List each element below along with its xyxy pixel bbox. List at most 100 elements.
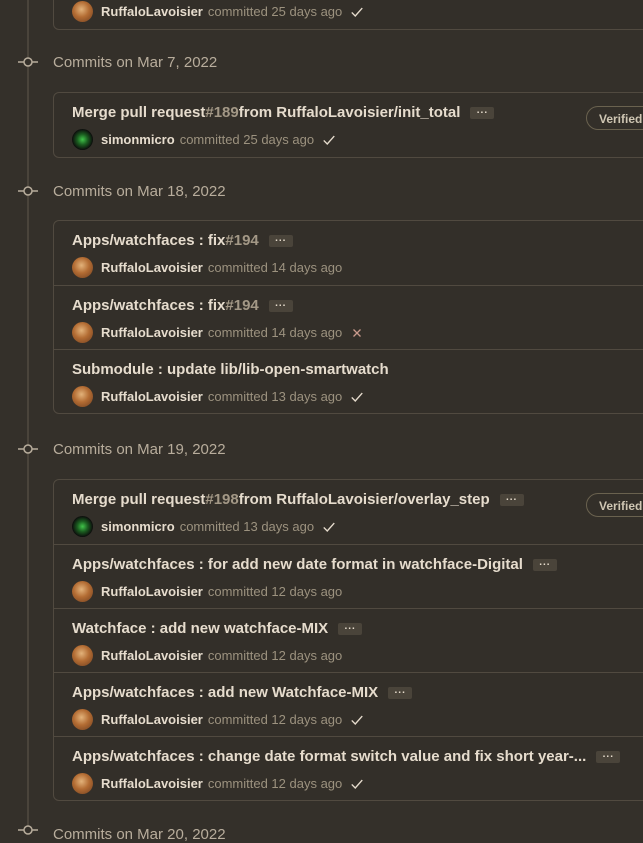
commit-row[interactable]: Apps/watchfaces : fix #194 ... RuffaloLa… [54,285,643,349]
commit-message[interactable]: Submodule : update lib/lib-open-smartwat… [72,361,389,378]
timeline-commit-icon [18,439,38,459]
commit-meta: RuffaloLavoisier committed 14 days ago [72,257,342,278]
expand-message-button[interactable]: ... [388,685,413,699]
commit-meta: RuffaloLavoisier committed 14 days ago [72,322,364,343]
author-link[interactable]: simonmicro [101,519,175,534]
expand-message-button[interactable]: ... [499,492,524,506]
verified-badge[interactable]: Verified [586,106,643,130]
commit-message-text[interactable]: Apps/watchfaces : add new Watchface-MIX [72,684,378,701]
author-link[interactable]: RuffaloLavoisier [101,648,203,663]
verified-badge[interactable]: Verified [586,493,643,517]
commit-row[interactable]: Watchface : add new watchface-MIX ... Ru… [54,608,643,672]
author-link[interactable]: RuffaloLavoisier [101,712,203,727]
commit-meta: RuffaloLavoisier committed 25 days ago [72,1,364,22]
commit-message[interactable]: Merge pull request #189 from RuffaloLavo… [72,104,495,121]
commit-meta: RuffaloLavoisier committed 12 days ago [72,709,364,730]
avatar[interactable] [72,1,93,22]
commit-row[interactable]: Apps/watchfaces : add new Watchface-MIX … [54,672,643,736]
timeline-commit-icon [18,52,38,72]
check-icon[interactable] [350,777,364,791]
commit-meta: RuffaloLavoisier committed 12 days ago [72,773,364,794]
pr-link[interactable]: #194 [225,297,258,314]
commit-time: committed 12 days ago [207,776,343,791]
avatar[interactable] [72,645,93,666]
commit-message[interactable]: Apps/watchfaces : for add new date forma… [72,556,557,573]
avatar[interactable] [72,322,93,343]
check-icon[interactable] [350,390,364,404]
commit-meta: simonmicro committed 13 days ago [72,516,336,537]
author-link[interactable]: RuffaloLavoisier [101,584,203,599]
timeline-line [27,0,29,833]
check-icon[interactable] [350,713,364,727]
check-icon[interactable] [322,520,336,534]
commit-message[interactable]: Apps/watchfaces : change date format swi… [72,748,621,765]
commit-group-date: Commits on Mar 19, 2022 [53,441,226,458]
author-link[interactable]: simonmicro [101,132,175,147]
commit-time: committed 14 days ago [207,325,343,340]
commit-message-text[interactable]: Apps/watchfaces : change date format swi… [72,748,586,765]
commit-time: committed 12 days ago [207,648,343,663]
avatar[interactable] [72,709,93,730]
expand-message-button[interactable]: ... [268,298,293,312]
avatar[interactable] [72,386,93,407]
expand-message-button[interactable]: ... [532,557,557,571]
expand-message-button[interactable]: ... [596,749,621,763]
commit-row[interactable]: Submodule : update lib/lib-open-smartwat… [54,349,643,413]
expand-message-button[interactable]: ... [470,105,495,119]
commit-message-text[interactable]: Submodule : update lib/lib-open-smartwat… [72,361,389,378]
commit-meta: RuffaloLavoisier committed 12 days ago [72,645,342,666]
pr-link[interactable]: #194 [225,232,258,249]
commit-row[interactable]: RuffaloLavoisier committed 25 days ago [54,0,643,29]
x-icon[interactable] [350,326,364,340]
commit-group-date: Commits on Mar 7, 2022 [53,54,218,71]
commit-message[interactable]: Apps/watchfaces : add new Watchface-MIX … [72,684,413,701]
commit-time: committed 14 days ago [207,260,343,275]
commit-message-text[interactable]: Apps/watchfaces : for add new date forma… [72,556,523,573]
commit-list-box-top: RuffaloLavoisier committed 25 days ago [53,0,643,30]
commit-message-text[interactable]: Apps/watchfaces : fix [72,232,225,249]
commit-row[interactable]: Apps/watchfaces : fix #194 ... RuffaloLa… [54,221,643,285]
commit-time: committed 13 days ago [207,389,343,404]
expand-message-button[interactable]: ... [268,233,293,247]
commit-group-date: Commits on Mar 20, 2022 [53,826,226,843]
commit-time: committed 13 days ago [179,519,315,534]
check-icon[interactable] [350,5,364,19]
author-link[interactable]: RuffaloLavoisier [101,4,203,19]
commit-meta: RuffaloLavoisier committed 13 days ago [72,386,364,407]
commit-message[interactable]: Watchface : add new watchface-MIX ... [72,620,363,637]
avatar[interactable] [72,581,93,602]
avatar[interactable] [72,773,93,794]
commit-message-text[interactable]: Watchface : add new watchface-MIX [72,620,328,637]
commit-list-box: Merge pull request #189 from RuffaloLavo… [53,92,643,158]
commit-row[interactable]: Merge pull request #198 from RuffaloLavo… [54,480,643,544]
commit-message[interactable]: Merge pull request #198 from RuffaloLavo… [72,491,524,508]
timeline-commit-icon [18,820,38,840]
pr-link[interactable]: #198 [205,491,238,508]
commit-message[interactable]: Apps/watchfaces : fix #194 ... [72,232,293,249]
commit-list-box: Apps/watchfaces : fix #194 ... RuffaloLa… [53,220,643,414]
commit-time: committed 12 days ago [207,584,343,599]
commit-group-date: Commits on Mar 18, 2022 [53,183,226,200]
commit-row[interactable]: Apps/watchfaces : change date format swi… [54,736,643,800]
commit-list-box: Merge pull request #198 from RuffaloLavo… [53,479,643,801]
commit-message-text[interactable]: Apps/watchfaces : fix [72,297,225,314]
commit-message-tail[interactable]: from RuffaloLavoisier/overlay_step [239,491,490,508]
author-link[interactable]: RuffaloLavoisier [101,776,203,791]
author-link[interactable]: RuffaloLavoisier [101,325,203,340]
commit-message-tail[interactable]: from RuffaloLavoisier/init_total [239,104,461,121]
pr-link[interactable]: #189 [205,104,238,121]
avatar[interactable] [72,129,93,150]
timeline-commit-icon [18,181,38,201]
avatar[interactable] [72,516,93,537]
commit-row[interactable]: Merge pull request #189 from RuffaloLavo… [54,93,643,157]
commit-meta: RuffaloLavoisier committed 12 days ago [72,581,342,602]
expand-message-button[interactable]: ... [338,621,363,635]
check-icon[interactable] [322,133,336,147]
author-link[interactable]: RuffaloLavoisier [101,389,203,404]
commit-message[interactable]: Apps/watchfaces : fix #194 ... [72,297,293,314]
commit-message-text[interactable]: Merge pull request [72,491,205,508]
commit-row[interactable]: Apps/watchfaces : for add new date forma… [54,544,643,608]
author-link[interactable]: RuffaloLavoisier [101,260,203,275]
commit-message-text[interactable]: Merge pull request [72,104,205,121]
avatar[interactable] [72,257,93,278]
